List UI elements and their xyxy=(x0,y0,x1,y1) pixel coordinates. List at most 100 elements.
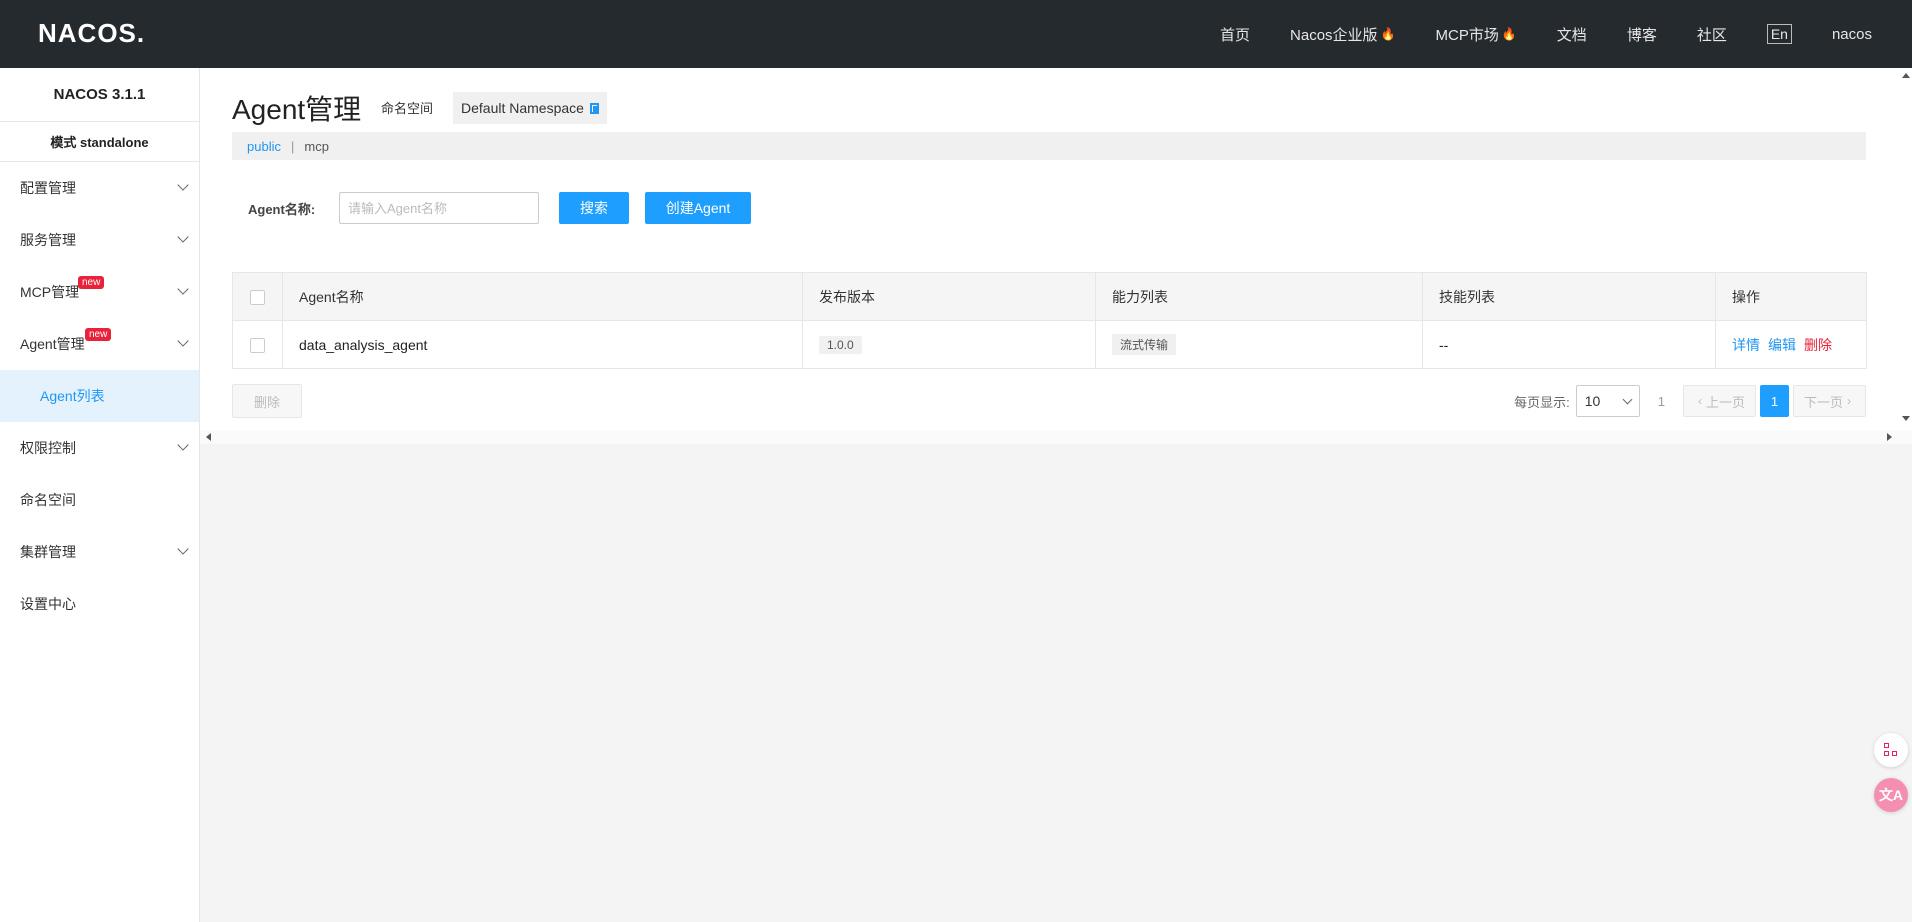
prev-page-button[interactable]: ‹ 上一页 xyxy=(1682,385,1756,417)
column-header: 技能列表 xyxy=(1422,272,1716,321)
language-switch[interactable]: En xyxy=(1766,24,1792,44)
row-select-cell xyxy=(232,320,283,369)
agent-name-input[interactable] xyxy=(339,192,539,224)
chevron-down-icon xyxy=(177,283,189,295)
namespace-display: Default Namespace xyxy=(453,92,607,124)
username: nacos xyxy=(1831,25,1872,43)
namespace-tabs: public | mcp xyxy=(232,132,1866,160)
new-badge: new xyxy=(85,328,112,341)
fire-icon: 🔥 xyxy=(1380,27,1396,41)
agent-name-cell: data_analysis_agent xyxy=(282,320,803,369)
sidebar: NACOS 3.1.1 模式 standalone 配置管理 服务管理 MCP管… xyxy=(0,68,200,922)
nav-blog[interactable]: 博客 xyxy=(1627,24,1657,45)
nav-enterprise-label: Nacos企业版 xyxy=(1290,26,1378,44)
namespace-label: 命名空间 xyxy=(381,101,434,116)
chevron-down-icon xyxy=(177,179,189,191)
language-label: En xyxy=(1766,24,1792,44)
mode-label: 模式 standalone xyxy=(0,122,199,162)
scroll-down-icon[interactable] xyxy=(1902,416,1910,421)
nav-mcp-market[interactable]: MCP市场 🔥 xyxy=(1436,24,1517,45)
sidebar-item-label: 命名空间 xyxy=(20,492,76,508)
search-button[interactable]: 搜索 xyxy=(559,192,629,224)
batch-delete-button[interactable]: 删除 xyxy=(232,384,302,418)
horizontal-scrollbar[interactable] xyxy=(200,430,1912,444)
sidebar-item-settings[interactable]: 设置中心 xyxy=(0,578,199,630)
sidebar-item-label: 服务管理 xyxy=(20,232,76,248)
sidebar-item-label: 设置中心 xyxy=(20,596,76,612)
version-label: NACOS 3.1.1 xyxy=(0,68,199,122)
translate-icon: 文A xyxy=(1878,787,1904,803)
capability-tag: 流式传输 xyxy=(1112,334,1177,355)
page-button-current[interactable]: 1 xyxy=(1759,385,1789,417)
agent-name-label: Agent名称: xyxy=(248,202,316,217)
prev-label: 上一页 xyxy=(1705,394,1745,410)
chevron-left-icon: ‹ xyxy=(1697,394,1702,408)
chevron-down-icon xyxy=(1622,394,1633,404)
table-header-row: Agent名称 发布版本 能力列表 技能列表 操作 xyxy=(232,272,1867,321)
sidebar-item-mcp[interactable]: MCP管理 new xyxy=(0,266,199,318)
nav-docs[interactable]: 文档 xyxy=(1557,24,1587,45)
skills-cell: -- xyxy=(1422,320,1716,369)
fire-icon: 🔥 xyxy=(1501,27,1517,41)
chevron-down-icon xyxy=(177,439,189,451)
per-page-value: 10 xyxy=(1584,393,1601,409)
sidebar-item-service[interactable]: 服务管理 xyxy=(0,214,199,266)
chevron-down-icon xyxy=(177,335,189,347)
pagination: 每页显示: 10 1 ‹ 上一页 1 下一页 › xyxy=(1514,385,1866,417)
page-title: Agent管理 xyxy=(232,94,362,125)
sidebar-item-label: 权限控制 xyxy=(20,440,76,456)
sidebar-item-cluster[interactable]: 集群管理 xyxy=(0,526,199,578)
namespace-tab-public[interactable]: public xyxy=(247,139,281,154)
nav-community[interactable]: 社区 xyxy=(1697,24,1727,45)
select-all-checkbox[interactable] xyxy=(250,289,265,305)
user-menu[interactable]: nacos xyxy=(1832,26,1872,43)
column-header: 能力列表 xyxy=(1095,272,1423,321)
sidebar-item-label: 配置管理 xyxy=(20,180,76,196)
column-header: Agent名称 xyxy=(282,272,803,321)
translate-button[interactable]: 文A xyxy=(1874,778,1908,812)
operations-cell: 详情 编辑 删除 xyxy=(1715,320,1867,369)
nacos-logo[interactable]: NACOS. xyxy=(38,18,145,49)
edit-link[interactable]: 编辑 xyxy=(1768,337,1796,353)
sidebar-item-config[interactable]: 配置管理 xyxy=(0,162,199,214)
nav-mcp-market-label: MCP市场 xyxy=(1435,26,1499,44)
copy-icon[interactable] xyxy=(589,102,599,114)
scroll-right-icon[interactable] xyxy=(1887,433,1892,441)
detail-link[interactable]: 详情 xyxy=(1732,337,1760,353)
top-nav: 首页 Nacos企业版 🔥 MCP市场 🔥 文档 博客 社区 En nacos xyxy=(1200,0,1892,68)
next-page-button[interactable]: 下一页 › xyxy=(1792,385,1866,417)
create-agent-button[interactable]: 创建Agent xyxy=(645,192,751,224)
version-tag: 1.0.0 xyxy=(819,335,862,354)
total-count: 1 xyxy=(1657,393,1665,409)
agent-table: Agent名称 发布版本 能力列表 技能列表 操作 data_analysis_… xyxy=(232,272,1867,369)
top-header: NACOS. 首页 Nacos企业版 🔥 MCP市场 🔥 文档 博客 社区 En n… xyxy=(0,0,1912,68)
row-checkbox[interactable] xyxy=(250,337,265,353)
divider: | xyxy=(290,138,295,154)
per-page-label: 每页显示: xyxy=(1514,394,1570,410)
sidebar-item-namespace[interactable]: 命名空间 xyxy=(0,474,199,526)
new-badge: new xyxy=(78,276,105,289)
sidebar-item-label: 集群管理 xyxy=(20,544,76,560)
table-row: data_analysis_agent 1.0.0 流式传输 -- 详情 编辑 删除 xyxy=(232,320,1867,369)
sidebar-item-auth[interactable]: 权限控制 xyxy=(0,422,199,474)
scroll-up-icon[interactable] xyxy=(1902,73,1910,78)
sidebar-item-agent-list[interactable]: Agent列表 xyxy=(0,370,199,422)
sidebar-item-agent[interactable]: Agent管理 new xyxy=(0,318,199,370)
sidebar-item-label: Agent列表 xyxy=(40,388,105,404)
version-cell: 1.0.0 xyxy=(802,320,1096,369)
app-widget-button[interactable] xyxy=(1874,733,1908,767)
nav-home[interactable]: 首页 xyxy=(1220,24,1250,45)
chevron-right-icon: › xyxy=(1847,394,1851,408)
next-label: 下一页 xyxy=(1803,394,1843,410)
select-all-cell xyxy=(232,272,283,321)
per-page-select[interactable]: 10 xyxy=(1575,385,1640,417)
main-panel: Agent管理 命名空间 Default Namespace public | … xyxy=(200,68,1912,444)
scroll-left-icon[interactable] xyxy=(206,433,211,441)
namespace-tab-mcp[interactable]: mcp xyxy=(304,139,329,154)
delete-link[interactable]: 删除 xyxy=(1804,337,1832,353)
nav-enterprise[interactable]: Nacos企业版 🔥 xyxy=(1290,24,1395,45)
nav-community-label: 社区 xyxy=(1696,26,1727,44)
nav-home-label: 首页 xyxy=(1220,26,1251,44)
grid-icon xyxy=(1884,743,1898,757)
nav-blog-label: 博客 xyxy=(1626,26,1657,44)
